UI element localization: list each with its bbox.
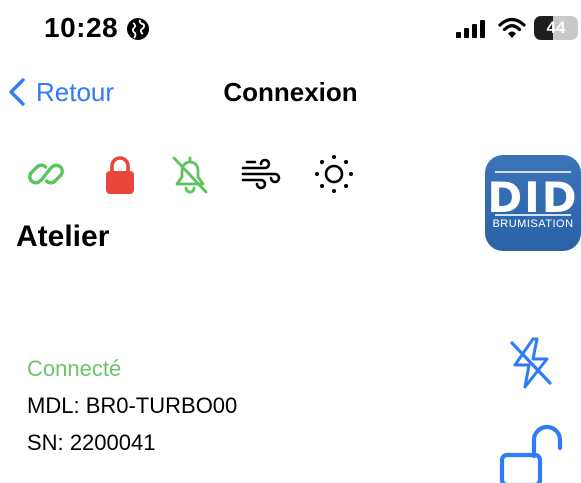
brand-logo: DID BRUMISATION [485, 155, 581, 251]
wind-icon [241, 158, 281, 190]
bell-slash-icon [172, 156, 208, 194]
status-time: 10:28 [44, 12, 119, 43]
battery-indicator: 44 [534, 16, 581, 40]
battery-level: 44 [546, 18, 566, 37]
model-value: BR0-TURBO00 [85, 393, 238, 418]
unlock-icon [499, 424, 563, 483]
link-icon [28, 163, 64, 185]
sun-icon [315, 155, 353, 193]
page-title: Connexion [223, 77, 358, 107]
model-info: MDL: BR0-TURBO00 [27, 393, 237, 419]
serial-value: 2200041 [69, 430, 156, 455]
model-label: MDL: [27, 393, 80, 418]
device-name: Atelier [16, 220, 110, 253]
connection-status: Connecté [27, 356, 122, 381]
logo-divider-bottom [495, 214, 571, 216]
serial-info: SN: 2200041 [27, 430, 155, 456]
battery-body: 44 [534, 16, 578, 40]
unlock-button[interactable] [498, 420, 568, 483]
wifi-icon [498, 17, 526, 38]
globe-icon [127, 18, 149, 40]
lock-icon [106, 156, 134, 194]
serial-label: SN: [27, 430, 64, 455]
bolt-slash-icon [510, 337, 552, 389]
status-bar: 10:28 44 [0, 0, 581, 60]
logo-subtitle: BRUMISATION [492, 218, 574, 230]
cellular-signal-icon [456, 20, 485, 38]
disconnect-button[interactable] [506, 335, 556, 391]
